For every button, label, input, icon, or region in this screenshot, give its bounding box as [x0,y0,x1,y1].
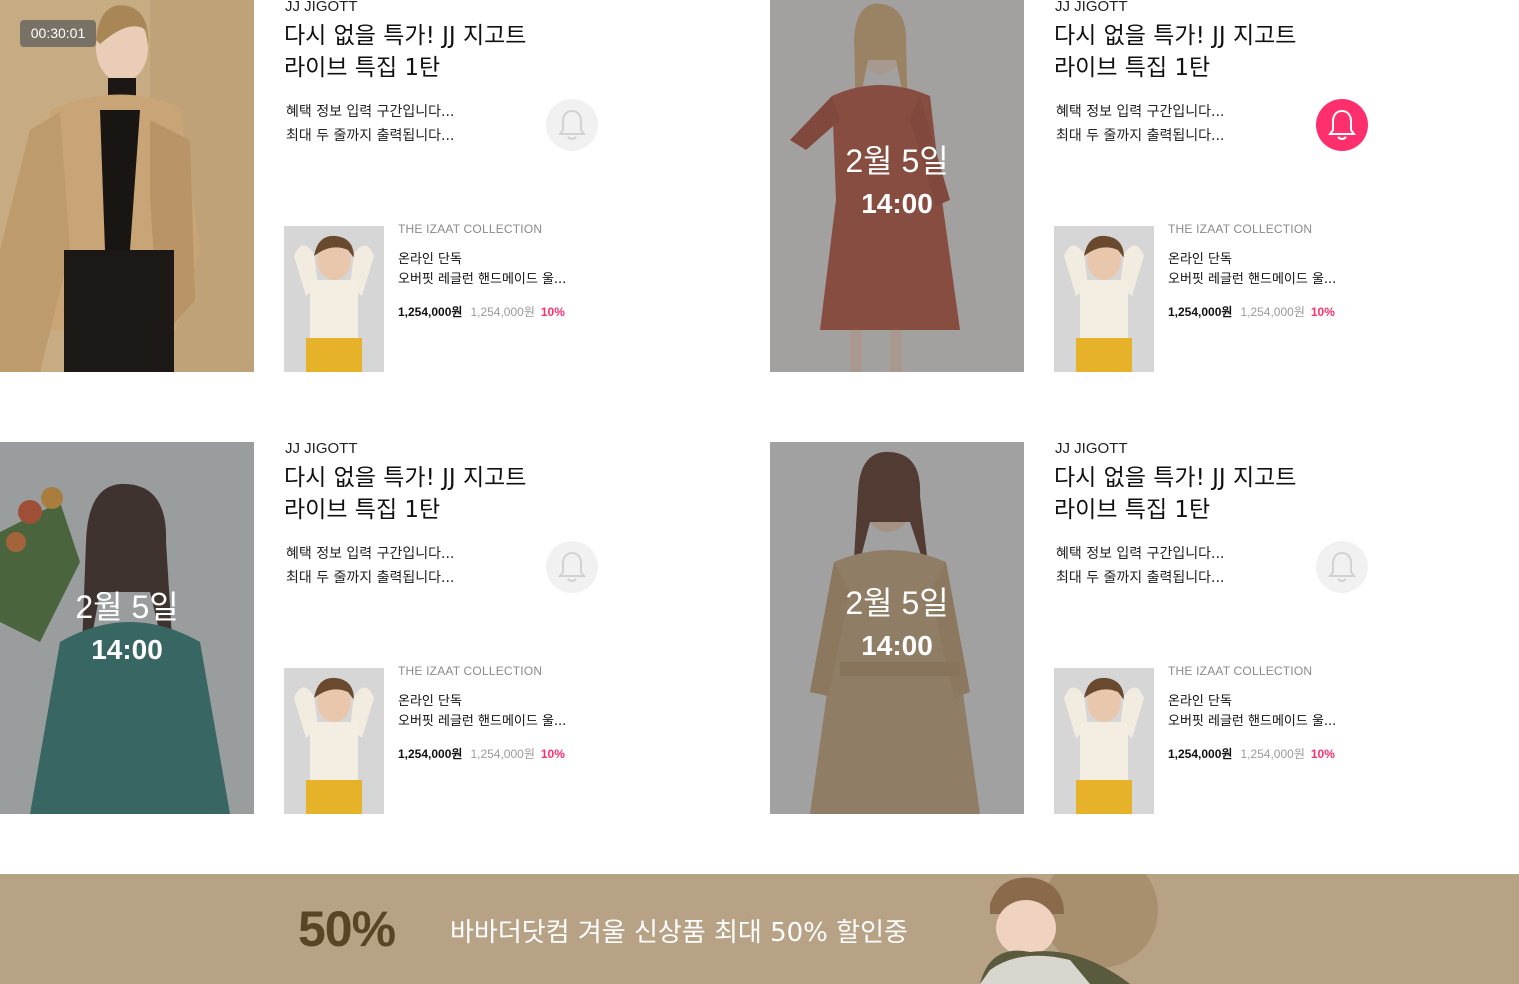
promo-banner[interactable]: 50% 바바더닷컴 겨울 신상품 최대 50% 할인중 [0,874,1519,984]
product-image[interactable] [284,226,384,372]
live-thumbnail[interactable]: 2월 5일 14:00 [770,0,1024,372]
product-name-line-1[interactable]: 온라인 단독 [1168,248,1232,267]
live-card-1[interactable]: 00:30:01 JJ JIGOTT 다시 없을 특가! JJ 지고트 라이브 … [0,0,760,372]
live-title[interactable]: 다시 없을 특가! JJ 지고트 라이브 특집 1탄 [284,462,526,526]
benefit-line-2: 최대 두 줄까지 출력됩니다... [1056,128,1225,144]
product-brand: THE IZAAT COLLECTION [398,664,543,678]
benefit-line-1: 혜택 정보 입력 구간입니다... [1056,546,1225,562]
benefit-line-1: 혜택 정보 입력 구간입니다... [286,104,455,120]
live-thumbnail[interactable]: 00:30:01 [0,0,254,372]
bell-icon [558,551,586,582]
live-timer: 00:30:01 [20,20,96,47]
title-line-2: 라이브 특집 1탄 [284,497,441,523]
live-time: 14:00 [91,634,163,665]
product-photo [1054,668,1154,814]
product-prices: 1,254,000원 1,254,000원 10% [1168,303,1335,320]
banner-model-image [980,874,1158,984]
schedule-overlay [770,442,1024,814]
title-line-1: 다시 없을 특가! JJ 지고트 [1054,465,1297,491]
title-line-2: 라이브 특집 1탄 [1054,55,1211,81]
product-name-line-2[interactable]: 오버핏 레글런 핸드메이드 울... [1168,268,1336,287]
live-time: 14:00 [861,188,933,219]
sale-price: 1,254,000원 [398,747,463,761]
product-brand: THE IZAAT COLLECTION [1168,664,1313,678]
live-date: 2월 5일 [75,589,179,625]
product-photo [284,668,384,814]
benefit-line-2: 최대 두 줄까지 출력됩니다... [286,570,455,586]
title-line-1: 다시 없을 특가! JJ 지고트 [284,23,527,49]
discount-rate: 10% [1310,305,1335,319]
product-image[interactable] [284,668,384,814]
notify-button[interactable] [1316,541,1368,593]
notify-button[interactable] [1316,99,1368,151]
discount-rate: 10% [540,305,565,319]
live-date: 2월 5일 [845,143,949,179]
sale-price: 1,254,000원 [1168,305,1233,319]
product-name-line-2[interactable]: 오버핏 레글런 핸드메이드 울... [398,268,566,287]
brand-name: JJ JIGOTT [285,440,358,457]
original-price: 1,254,000원 [1240,747,1305,761]
bell-icon [1328,109,1356,140]
benefit-line-1: 혜택 정보 입력 구간입니다... [1056,104,1225,120]
original-price: 1,254,000원 [470,305,535,319]
live-thumbnail[interactable]: 2월 5일 14:00 [0,442,254,814]
schedule-overlay [0,442,254,814]
notify-button[interactable] [546,99,598,151]
bell-icon [558,109,586,140]
product-name-line-2[interactable]: 오버핏 레글런 핸드메이드 울... [398,710,566,729]
live-time: 14:00 [861,630,933,661]
product-name-line-2[interactable]: 오버핏 레글런 핸드메이드 울... [1168,710,1336,729]
brand-name: JJ JIGOTT [1055,0,1128,15]
benefit-info: 혜택 정보 입력 구간입니다... 최대 두 줄까지 출력됩니다... [1056,100,1224,148]
live-title[interactable]: 다시 없을 특가! JJ 지고트 라이브 특집 1탄 [1054,20,1296,84]
banner-percent: 50% [298,901,396,957]
title-line-1: 다시 없을 특가! JJ 지고트 [1054,23,1297,49]
live-date: 2월 5일 [845,585,949,621]
benefit-line-1: 혜택 정보 입력 구간입니다... [286,546,455,562]
benefit-line-2: 최대 두 줄까지 출력됩니다... [1056,570,1225,586]
product-photo [284,226,384,372]
notify-button[interactable] [546,541,598,593]
product-brand: THE IZAAT COLLECTION [398,222,543,236]
product-brand: THE IZAAT COLLECTION [1168,222,1313,236]
live-card-4[interactable]: 2월 5일 14:00 JJ JIGOTT 다시 없을 특가! JJ 지고트 라… [770,440,1519,814]
product-name-line-1[interactable]: 온라인 단독 [398,248,462,267]
product-name-line-1[interactable]: 온라인 단독 [398,690,462,709]
banner-text: 바바더닷컴 겨울 신상품 최대 50% 할인중 [450,918,908,948]
product-image[interactable] [1054,226,1154,372]
live-title[interactable]: 다시 없을 특가! JJ 지고트 라이브 특집 1탄 [284,20,526,84]
product-name-line-1[interactable]: 온라인 단독 [1168,690,1232,709]
benefit-line-2: 최대 두 줄까지 출력됩니다... [286,128,455,144]
product-photo [1054,226,1154,372]
title-line-1: 다시 없을 특가! JJ 지고트 [284,465,527,491]
sale-price: 1,254,000원 [1168,747,1233,761]
live-card-2[interactable]: 2월 5일 14:00 JJ JIGOTT 다시 없을 특가! JJ 지고트 라… [770,0,1519,372]
product-prices: 1,254,000원 1,254,000원 10% [398,745,565,762]
discount-rate: 10% [540,747,565,761]
benefit-info: 혜택 정보 입력 구간입니다... 최대 두 줄까지 출력됩니다... [286,100,454,148]
discount-rate: 10% [1310,747,1335,761]
benefit-info: 혜택 정보 입력 구간입니다... 최대 두 줄까지 출력됩니다... [286,542,454,590]
title-line-2: 라이브 특집 1탄 [284,55,441,81]
title-line-2: 라이브 특집 1탄 [1054,497,1211,523]
live-card-3[interactable]: 2월 5일 14:00 JJ JIGOTT 다시 없을 특가! JJ 지고트 라… [0,440,760,814]
product-image[interactable] [1054,668,1154,814]
product-prices: 1,254,000원 1,254,000원 10% [1168,745,1335,762]
live-thumbnail[interactable]: 2월 5일 14:00 [770,442,1024,814]
sale-price: 1,254,000원 [398,305,463,319]
live-title[interactable]: 다시 없을 특가! JJ 지고트 라이브 특집 1탄 [1054,462,1296,526]
benefit-info: 혜택 정보 입력 구간입니다... 최대 두 줄까지 출력됩니다... [1056,542,1224,590]
original-price: 1,254,000원 [1240,305,1305,319]
schedule-overlay [770,0,1024,372]
product-prices: 1,254,000원 1,254,000원 10% [398,303,565,320]
bell-icon [1328,551,1356,582]
brand-name: JJ JIGOTT [285,0,358,15]
original-price: 1,254,000원 [470,747,535,761]
brand-name: JJ JIGOTT [1055,440,1128,457]
model-photo [0,0,254,372]
